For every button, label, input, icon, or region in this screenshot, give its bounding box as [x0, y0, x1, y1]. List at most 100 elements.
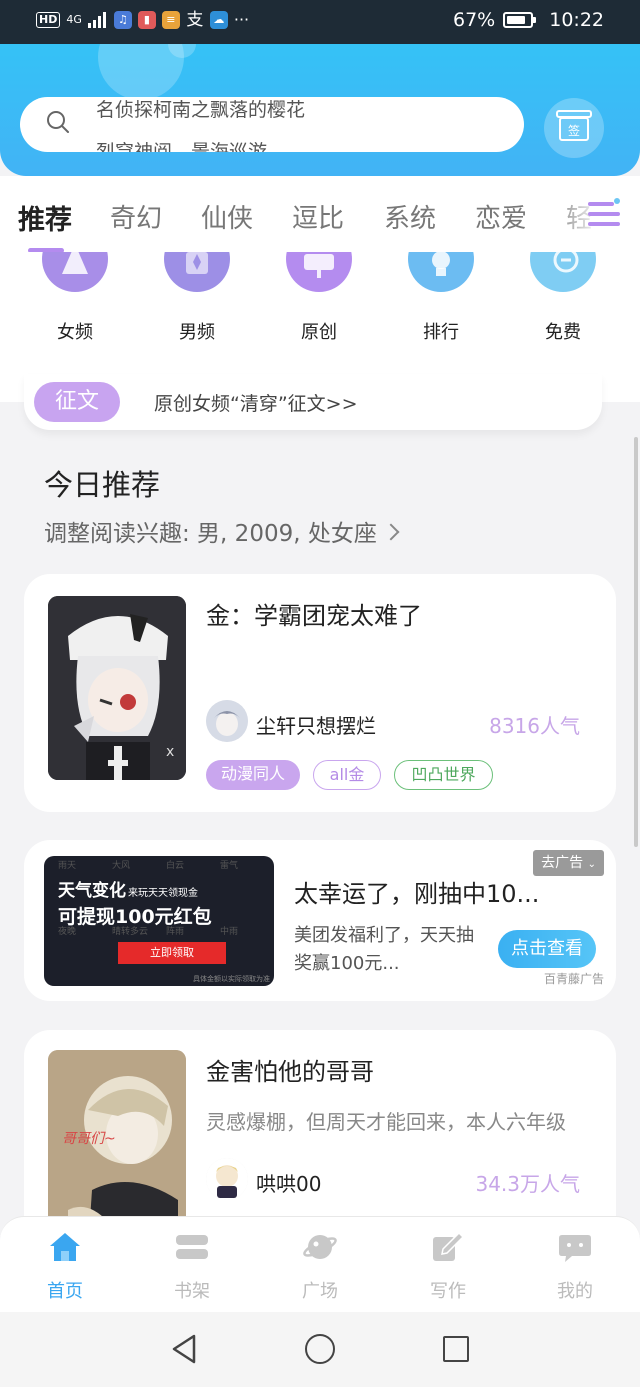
status-bar: HD 4G ♫ ▮ ≡ 支 ☁ ··· 67% 10:22 [0, 0, 640, 44]
battery-icon [503, 12, 537, 28]
free-icon [530, 252, 596, 292]
clock: 10:22 [549, 9, 604, 31]
original-icon [286, 252, 352, 292]
ad-image-headline: 天气变化 [58, 881, 126, 901]
reading-interest-link[interactable]: 调整阅读兴趣: 男, 2009, 处女座 [44, 514, 400, 548]
ad-card[interactable]: 雨天 大风 白云 雷气 天气变化 来玩天天领现金 可提现100元红包 夜晚 晴转多… [24, 840, 616, 1001]
ad-image: 雨天 大风 白云 雷气 天气变化 来玩天天领现金 可提现100元红包 夜晚 晴转多… [44, 856, 274, 986]
book-cover-text: 哥哥们~ [62, 1131, 116, 1147]
weather-app-icon: ☁ [209, 10, 228, 29]
tab-romance[interactable]: 恋爱 [475, 198, 527, 235]
bottom-navigation: 首页 书架 广场 写作 我的 [0, 1216, 640, 1313]
ad-grid-label: 雨天 [58, 861, 77, 871]
ad-grid-label: 阵雨 [166, 927, 185, 937]
battery-percent: 67% [453, 9, 496, 31]
nav-label: 书架 [174, 1281, 210, 1302]
search-suggestion-ticker[interactable]: 名侦探柯南之飘落的樱花 烈穹神阅，景海巡游 [96, 97, 496, 152]
author-name: 哄哄00 [256, 1172, 322, 1196]
scrollbar[interactable] [634, 437, 638, 847]
ad-image-grid: 夜晚 晴转多云 阵雨 中雨 [58, 924, 274, 937]
nav-label: 广场 [302, 1281, 338, 1302]
ad-grid-label: 晴转多云 [112, 927, 149, 937]
book-tag[interactable]: all金 [313, 760, 381, 790]
female-channel-icon [42, 252, 108, 292]
quick-entry-label: 免费 [545, 322, 581, 343]
book-tag[interactable]: 动漫同人 [206, 760, 300, 790]
search-suggestion: 名侦探柯南之飘落的樱花 [96, 99, 306, 121]
ad-grid-label: 中雨 [220, 927, 239, 937]
category-menu-icon[interactable] [588, 198, 620, 230]
ad-description: 美团发福利了，天天抽奖赢100元... [294, 925, 474, 974]
svg-text:x: x [166, 744, 174, 760]
ad-source: 百青藤广告 [543, 972, 604, 986]
alipay-app-icon: 支 [186, 9, 204, 30]
author-avatar [206, 700, 248, 742]
gift-label: 签 [559, 117, 589, 141]
home-icon [50, 1233, 80, 1261]
search-icon [47, 111, 69, 133]
nav-plaza[interactable]: 广场 [280, 1231, 360, 1303]
book-tag[interactable]: 凹凸世界 [394, 760, 493, 790]
nav-label: 写作 [430, 1281, 466, 1302]
sign-in-gift-button[interactable]: 签 [544, 98, 604, 158]
book-card[interactable]: x 金：学霸团宠太难了 尘轩只想摆烂 8316人气 动漫同人 all金 凹凸世界 [24, 574, 616, 812]
ad-grid-label: 夜晚 [58, 927, 77, 937]
search-bar[interactable]: 名侦探柯南之飘落的樱花 烈穹神阅，景海巡游 [20, 97, 524, 152]
hd-indicator: HD [36, 11, 61, 28]
chevron-down-icon: ⌄ [587, 859, 596, 870]
red-book-app-icon: ▮ [137, 10, 156, 29]
ad-cta-button[interactable]: 点击查看 [498, 930, 596, 968]
pen-icon [433, 1231, 465, 1261]
ad-title: 太幸运了，刚抽中10... [294, 880, 540, 908]
home-button[interactable] [305, 1334, 335, 1364]
system-navigation-bar [0, 1312, 640, 1387]
nav-home[interactable]: 首页 [25, 1231, 105, 1303]
news-app-icon: ≡ [161, 10, 180, 29]
contest-tag: 征文 [34, 382, 120, 422]
nav-label: 我的 [557, 1281, 593, 1302]
category-tabs: 推荐 奇幻 仙侠 逗比 系统 恋爱 轻 [0, 176, 640, 253]
network-type: 4G [66, 13, 82, 26]
ad-image-footnote: 具体金额以实际领取为准 [193, 975, 270, 983]
section-title: 今日推荐 [44, 468, 161, 502]
nav-label: 首页 [47, 1281, 83, 1302]
nav-write[interactable]: 写作 [408, 1231, 488, 1303]
recent-apps-button[interactable] [443, 1336, 469, 1362]
back-icon[interactable] [170, 1334, 198, 1364]
bookshelf-icon [176, 1235, 208, 1259]
remove-ad-label: 去广告 [541, 855, 584, 871]
contest-text: 原创女频“清穿”征文>> [154, 393, 358, 415]
chevron-right-icon [382, 523, 400, 541]
more-notifications-icon: ··· [233, 10, 250, 29]
quick-entry-label: 女频 [57, 322, 93, 343]
ranking-icon [408, 252, 474, 292]
author-name: 尘轩只想摆烂 [256, 714, 376, 738]
reading-interest-text: 调整阅读兴趣: 男, 2009, 处女座 [44, 521, 377, 547]
book-title: 金害怕他的哥哥 [206, 1058, 374, 1086]
ad-image-sub: 来玩天天领现金 [128, 888, 198, 899]
music-app-icon: ♫ [113, 10, 132, 29]
popularity-count: 34.3万人气 [475, 1172, 580, 1196]
tab-fantasy[interactable]: 奇幻 [110, 198, 162, 235]
male-channel-icon [164, 252, 230, 292]
quick-entry-label: 排行 [423, 322, 459, 343]
search-suggestion: 烈穹神阅，景海巡游 [96, 141, 268, 152]
author-avatar [206, 1158, 248, 1200]
quick-entry-label: 原创 [301, 322, 337, 343]
book-title: 金：学霸团宠太难了 [206, 602, 422, 630]
contest-banner[interactable]: 征文 原创女频“清穿”征文>> [24, 374, 602, 430]
ad-grid-label: 白云 [166, 861, 185, 871]
tab-xianxia[interactable]: 仙侠 [201, 198, 253, 235]
tab-comedy[interactable]: 逗比 [292, 198, 344, 235]
ad-grid-label: 大风 [112, 861, 131, 871]
remove-ad-button[interactable]: 去广告 ⌄ [533, 850, 604, 876]
book-cover: x [48, 596, 186, 780]
signal-icon [87, 11, 106, 28]
planet-icon [303, 1235, 337, 1259]
nav-mine[interactable]: 我的 [535, 1231, 615, 1303]
tab-recommend[interactable]: 推荐 [18, 198, 72, 237]
nav-bookshelf[interactable]: 书架 [152, 1231, 232, 1303]
tab-system[interactable]: 系统 [384, 198, 436, 235]
ad-grid-label: 雷气 [220, 861, 239, 871]
ad-image-grid: 雨天 大风 白云 雷气 [58, 858, 274, 871]
